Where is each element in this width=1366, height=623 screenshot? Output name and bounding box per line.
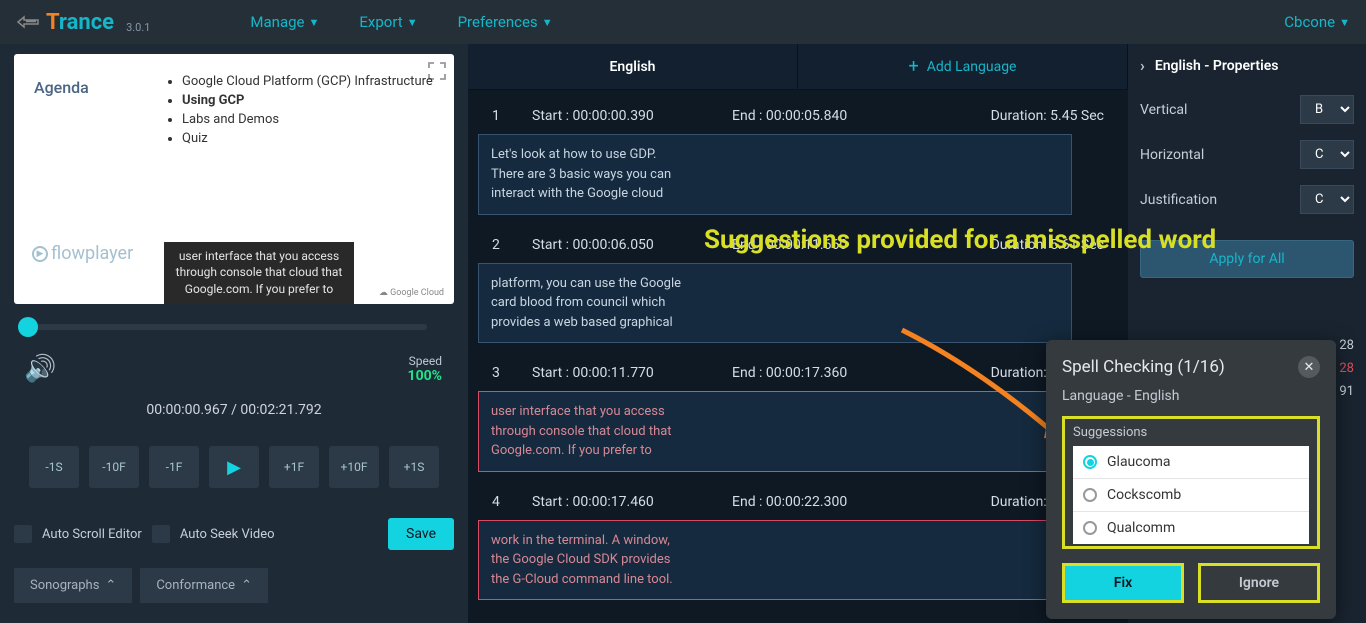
segment-number: 4 [492, 494, 532, 510]
fix-button[interactable]: Fix [1062, 563, 1184, 603]
auto-scroll-checkbox[interactable] [14, 525, 32, 543]
segment-text[interactable]: user interface that you accessthrough co… [478, 391, 1072, 472]
auto-seek-label: Auto Seek Video [180, 527, 275, 542]
flowplayer-logo: ▶flowplayer [32, 243, 133, 264]
justification-select[interactable]: C [1300, 185, 1354, 214]
back-1s-button[interactable]: -1S [29, 446, 79, 488]
back-10f-button[interactable]: -10F [89, 446, 139, 488]
chevron-up-icon: ⌃ [241, 578, 252, 593]
play-button[interactable]: ▶ [209, 446, 259, 488]
radio-icon [1083, 488, 1097, 502]
segment: 3 Start : 00:00:11.770 End : 00:00:17.36… [478, 355, 1118, 472]
fwd-10f-button[interactable]: +10F [329, 446, 379, 488]
chevron-right-icon: › [1140, 56, 1145, 75]
suggestion-item[interactable]: Glaucoma [1073, 446, 1309, 479]
left-panel: Agenda Google Cloud Platform (GCP) Infra… [0, 44, 468, 623]
video-preview[interactable]: Agenda Google Cloud Platform (GCP) Infra… [14, 54, 454, 304]
seek-bar[interactable] [14, 322, 454, 332]
properties-header[interactable]: › English - Properties [1140, 56, 1354, 75]
suggestion-item[interactable]: Cockscomb [1073, 479, 1309, 512]
editor-panel: English +Add Language 1 Start : 00:00:00… [468, 44, 1128, 623]
logo-text: Trance [46, 10, 114, 35]
segment-duration: Duration: 5.61 Sec [991, 237, 1104, 253]
horizontal-label: Horizontal [1140, 147, 1204, 163]
suggestions-list: Glaucoma Cockscomb Qualcomm [1073, 446, 1309, 544]
segment: 4 Start : 00:00:17.460 End : 00:00:22.30… [478, 484, 1118, 601]
fwd-1f-button[interactable]: +1F [269, 446, 319, 488]
segment-end: End : 00:00:11.660 [732, 237, 932, 253]
spell-check-popup: Spell Checking (1/16) ✕ Language - Engli… [1046, 340, 1336, 619]
tab-english[interactable]: English [468, 44, 798, 89]
segment-text[interactable]: platform, you can use the Googlecard blo… [478, 263, 1072, 344]
language-tabs: English +Add Language [468, 44, 1128, 90]
back-1f-button[interactable]: -1F [149, 446, 199, 488]
sonographs-tab[interactable]: Sonographs⌃ [14, 568, 132, 603]
conformance-tab[interactable]: Conformance⌃ [140, 568, 268, 603]
segment-start: Start : 00:00:17.460 [532, 494, 732, 510]
suggestions-box: Suggessions Glaucoma Cockscomb Qualcomm [1062, 416, 1320, 549]
nav-preferences[interactable]: Preferences▼ [458, 13, 553, 31]
nav-export[interactable]: Export▼ [359, 13, 417, 31]
plus-icon: + [909, 56, 919, 77]
volume-icon[interactable]: 🔊 [24, 354, 56, 384]
segment-header: 4 Start : 00:00:17.460 End : 00:00:22.30… [478, 484, 1118, 520]
save-button[interactable]: Save [388, 518, 454, 550]
chevron-down-icon: ▼ [542, 16, 553, 29]
segment-duration: Duration: 5.45 Sec [991, 108, 1104, 124]
segment-header: 2 Start : 00:00:06.050 End : 00:00:11.66… [478, 227, 1118, 263]
radio-icon [1083, 521, 1097, 535]
segment-number: 1 [492, 108, 532, 124]
tab-add-language[interactable]: +Add Language [798, 44, 1128, 89]
google-cloud-logo: ☁ Google Cloud [379, 288, 444, 298]
segment-header: 3 Start : 00:00:11.770 End : 00:00:17.36… [478, 355, 1118, 391]
logo: Trance 3.0.1 [16, 10, 150, 35]
segment-text[interactable]: work in the terminal. A window,the Googl… [478, 520, 1072, 601]
auto-seek-checkbox[interactable] [152, 525, 170, 543]
caption-overlay: user interface that you access through c… [164, 242, 354, 304]
user-menu[interactable]: Cbcone▼ [1284, 13, 1350, 31]
segment: 2 Start : 00:00:06.050 End : 00:00:11.66… [478, 227, 1118, 344]
timecode: 00:00:00.967 / 00:02:21.792 [14, 402, 454, 418]
suggestion-item[interactable]: Qualcomm [1073, 512, 1309, 544]
close-icon[interactable]: ✕ [1298, 356, 1320, 378]
speed-display: Speed 100% [408, 354, 442, 384]
justification-label: Justification [1140, 192, 1217, 208]
segment-start: Start : 00:00:00.390 [532, 108, 732, 124]
segment-text[interactable]: Let's look at how to use GDP.There are 3… [478, 134, 1072, 215]
spell-title: Spell Checking (1/16) ✕ [1062, 356, 1320, 378]
segment-header: 1 Start : 00:00:00.390 End : 00:00:05.84… [478, 98, 1118, 134]
slide-bullets: Google Cloud Platform (GCP) Infrastructu… [182, 74, 433, 150]
auto-scroll-label: Auto Scroll Editor [42, 527, 142, 542]
logo-icon [16, 15, 40, 29]
chevron-down-icon: ▼ [407, 16, 418, 29]
seek-thumb[interactable] [18, 317, 38, 337]
version: 3.0.1 [126, 21, 150, 34]
chevron-down-icon: ▼ [1339, 16, 1350, 29]
fwd-1s-button[interactable]: +1S [389, 446, 439, 488]
horizontal-select[interactable]: C [1300, 140, 1354, 169]
spell-language: Language - English [1062, 388, 1320, 404]
vertical-select[interactable]: B [1300, 95, 1354, 124]
segment: 1 Start : 00:00:00.390 End : 00:00:05.84… [478, 98, 1118, 215]
suggestions-label: Suggessions [1073, 425, 1309, 440]
chevron-up-icon: ⌃ [105, 578, 116, 593]
vertical-label: Vertical [1140, 102, 1187, 118]
chevron-down-icon: ▼ [309, 16, 320, 29]
nav-manage[interactable]: Manage▼ [250, 13, 319, 31]
apply-all-button[interactable]: Apply for All [1140, 240, 1354, 278]
nav: Manage▼ Export▼ Preferences▼ [250, 13, 552, 31]
segment-number: 2 [492, 237, 532, 253]
segment-start: Start : 00:00:11.770 [532, 365, 732, 381]
segment-end: End : 00:00:22.300 [732, 494, 932, 510]
radio-icon [1083, 455, 1097, 469]
segment-end: End : 00:00:05.840 [732, 108, 932, 124]
transport-controls: -1S -10F -1F ▶ +1F +10F +1S [14, 446, 454, 488]
segment-end: End : 00:00:17.360 [732, 365, 932, 381]
header: Trance 3.0.1 Manage▼ Export▼ Preferences… [0, 0, 1366, 44]
segment-number: 3 [492, 365, 532, 381]
ignore-button[interactable]: Ignore [1198, 563, 1320, 603]
segment-start: Start : 00:00:06.050 [532, 237, 732, 253]
slide-title: Agenda [34, 78, 89, 97]
